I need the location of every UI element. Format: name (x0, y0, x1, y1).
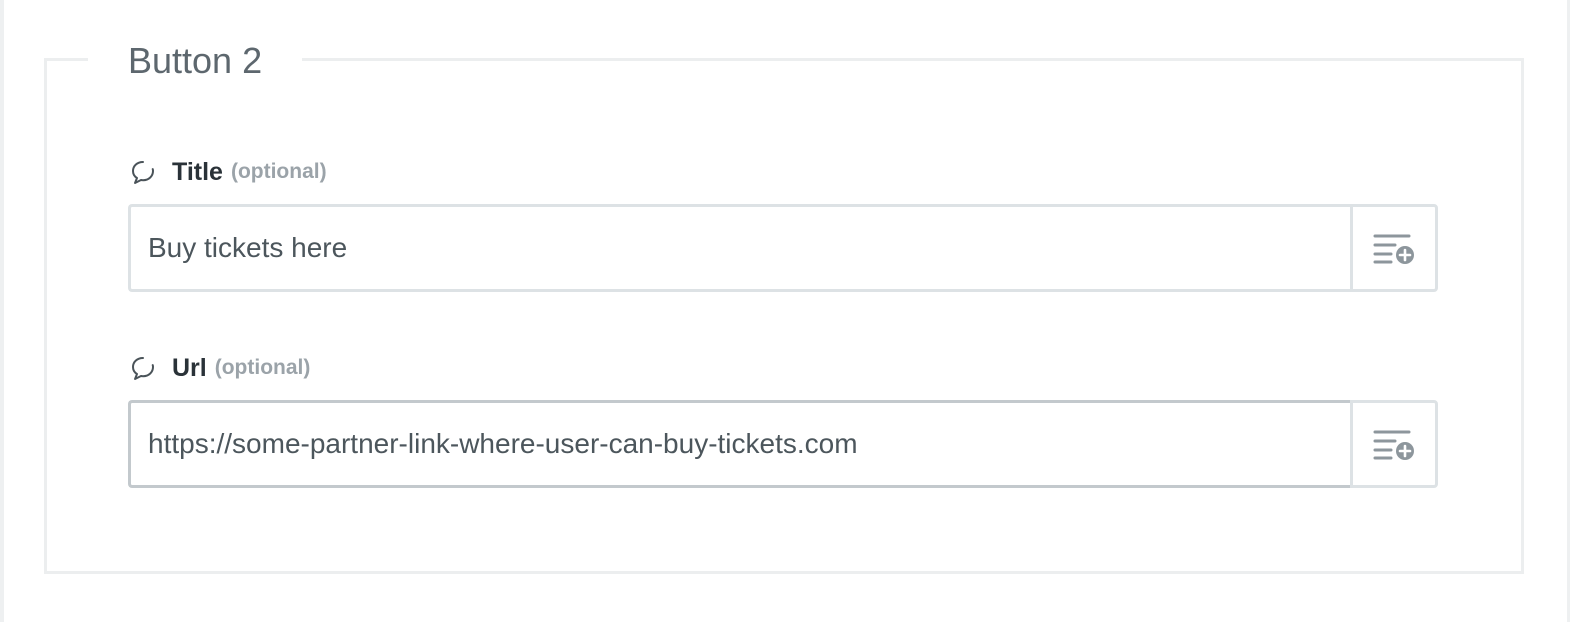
button-2-fieldset (44, 58, 1524, 574)
title-input-group: Buy tickets here (128, 204, 1438, 292)
add-variable-icon (1373, 234, 1414, 264)
fieldset-legend: Button 2 (88, 38, 303, 84)
url-field-label: Url (optional) (130, 351, 310, 385)
speech-bubble-icon (132, 357, 154, 380)
title-input[interactable]: Buy tickets here (128, 204, 1350, 292)
title-field-label: Title (optional) (130, 155, 327, 189)
url-add-variable-button[interactable] (1350, 400, 1438, 488)
speech-bubble-icon (132, 161, 154, 184)
url-optional-hint: (optional) (214, 356, 311, 379)
title-add-variable-button[interactable] (1350, 204, 1438, 292)
title-label-text: Title (172, 157, 223, 186)
url-input[interactable]: https://some-partner-link-where-user-can… (128, 400, 1350, 488)
add-variable-icon (1373, 430, 1414, 460)
url-label-text: Url (172, 353, 207, 382)
page-edge-left (0, 0, 4, 622)
url-input-group: https://some-partner-link-where-user-can… (128, 400, 1438, 488)
title-optional-hint: (optional) (230, 160, 327, 183)
